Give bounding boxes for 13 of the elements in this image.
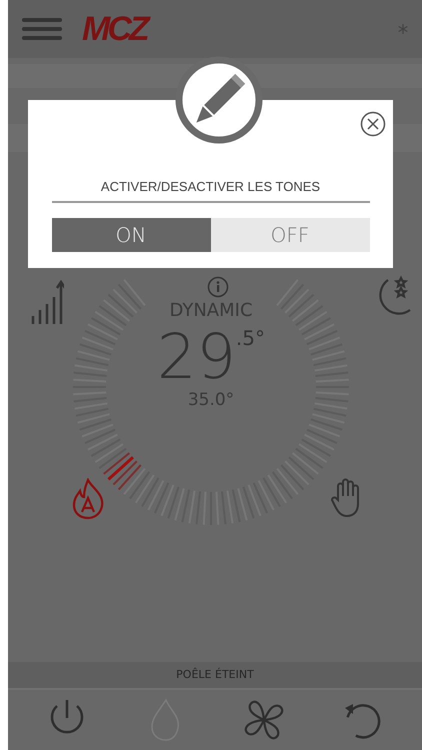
toggle-option[interactable]: OFF bbox=[210, 218, 370, 252]
dialog-title: ACTIVER/DESACTIVER LES TONES bbox=[100, 178, 320, 196]
toggle-option[interactable]: ON bbox=[52, 218, 210, 252]
close-button[interactable] bbox=[360, 111, 386, 137]
signal-bars-icon[interactable] bbox=[30, 280, 64, 326]
flame-auto-icon[interactable] bbox=[70, 478, 106, 520]
info-icon[interactable] bbox=[207, 276, 229, 298]
hand-icon[interactable] bbox=[330, 478, 362, 518]
logo: MCZ bbox=[82, 12, 147, 46]
menu-icon[interactable] bbox=[22, 17, 62, 41]
snowflake-icon[interactable] bbox=[398, 24, 408, 34]
fan-icon[interactable] bbox=[242, 698, 286, 742]
status-text: POÊLE ÉTEINT bbox=[176, 666, 254, 683]
